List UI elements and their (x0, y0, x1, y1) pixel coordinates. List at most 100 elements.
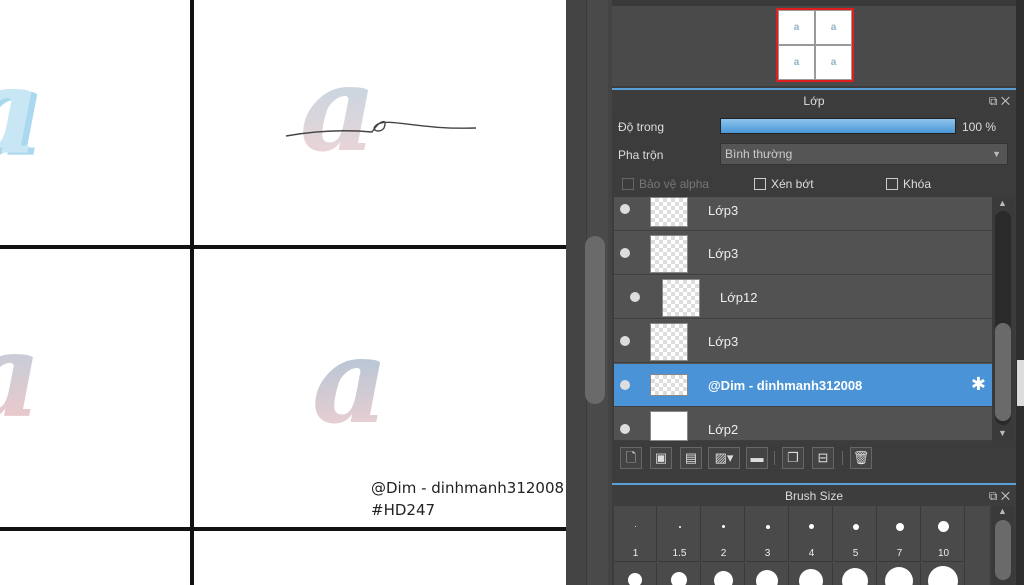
brush-size-option[interactable] (922, 563, 965, 585)
layer-list: Lớp3 Lớp3 Lớp12 Lớp3 @Dim - dinhmanh3120 (614, 197, 992, 441)
scroll-up-icon[interactable]: ▲ (998, 506, 1007, 516)
brush-size-dot (809, 524, 814, 529)
signature-guide-stroke (285, 121, 477, 137)
layer-row[interactable]: Lớp3 (614, 320, 992, 363)
brush-size-option[interactable] (790, 563, 833, 585)
new-folder-button[interactable]: ▬ (746, 447, 768, 469)
brush-size-dot (766, 525, 770, 529)
new-layer-button[interactable]: 🗋 (620, 447, 642, 469)
navigator-panel: a a a a (612, 0, 1016, 86)
brush-panel-title: Brush Size (784, 489, 844, 503)
opacity-slider[interactable] (720, 118, 956, 134)
watermark-line-2: #HD247 (371, 501, 436, 519)
clipping-checkbox[interactable]: Xén bớt (754, 176, 814, 192)
brush-size-option[interactable] (834, 563, 877, 585)
opacity-value: 100 % (962, 120, 997, 134)
brush-size-dot (671, 572, 687, 585)
brush-size-dot (928, 566, 958, 585)
brush-size-option[interactable] (746, 563, 789, 585)
new-1bit-layer-button[interactable]: ▤ (680, 447, 702, 469)
sparkle-decoration (350, 341, 428, 357)
layer-name: Lớp3 (708, 203, 739, 218)
brush-size-option[interactable]: 5 (834, 506, 877, 562)
brush-size-option[interactable] (702, 563, 745, 585)
letter-art-top-left: a (0, 52, 40, 172)
brush-size-option[interactable] (614, 563, 657, 585)
brush-size-option[interactable]: 4 (790, 506, 833, 562)
visibility-icon[interactable] (630, 292, 640, 302)
brush-size-option[interactable]: 2 (702, 506, 745, 562)
close-icon[interactable]: ✕ (1001, 94, 1010, 108)
protect-alpha-checkbox[interactable]: Bảo vệ alpha (622, 176, 709, 192)
brush-size-option[interactable]: 1 (614, 506, 657, 562)
brush-grid-scrollbar[interactable]: ▲ (992, 506, 1014, 585)
brush-size-dot (635, 526, 636, 527)
brush-size-dot (938, 521, 949, 532)
canvas-vertical-scrollbar[interactable] (566, 0, 612, 585)
brush-size-label: 4 (808, 548, 815, 559)
brush-size-dot (722, 525, 725, 528)
scroll-thumb[interactable] (995, 520, 1011, 580)
popout-icon[interactable]: ⧉ (989, 94, 998, 108)
layer-name: Lớp3 (708, 334, 739, 349)
drawing-canvas[interactable]: a a a a @Dim - dinhmanh312008 #HD247 (0, 0, 566, 585)
new-halftone-layer-button[interactable]: ▣ (650, 447, 672, 469)
right-edge-strip (1016, 0, 1024, 585)
navigator-preview[interactable]: a a a a (776, 8, 854, 82)
letter-art-top-right: a (300, 39, 377, 178)
close-icon[interactable]: ✕ (1001, 489, 1010, 503)
layer-row[interactable]: Lớp3 (614, 197, 992, 231)
visibility-icon[interactable] (620, 248, 630, 258)
add-layer-dropdown-button[interactable]: ▨▾ (708, 447, 740, 469)
layer-list-scrollbar[interactable]: ▲ ▼ (992, 197, 1014, 441)
app-window: a a a a @Dim - dinhmanh312008 #HD247 a a… (0, 0, 1024, 585)
brush-size-option[interactable]: 10 (922, 506, 965, 562)
visibility-icon[interactable] (620, 424, 630, 434)
brush-size-option[interactable]: 1.5 (658, 506, 701, 562)
brush-size-dot (756, 570, 778, 585)
layer-panel-title: Lớp (803, 94, 825, 108)
duplicate-layer-button[interactable]: ❐ (782, 447, 804, 469)
popout-icon[interactable]: ⧉ (989, 489, 998, 503)
brush-size-option[interactable]: 7 (878, 506, 921, 562)
delete-layer-button[interactable]: 🗑 (850, 447, 872, 469)
brush-size-label: 3 (764, 548, 771, 559)
brush-size-label: 1.5 (672, 548, 687, 559)
layer-thumbnail (650, 411, 688, 441)
panel-header-icons: ⧉ ✕ (989, 485, 1010, 507)
scroll-thumb[interactable] (585, 236, 605, 404)
visibility-icon[interactable] (620, 380, 630, 390)
panel-header-icons: ⧉ ✕ (989, 90, 1010, 112)
brush-size-dot (628, 573, 642, 585)
layer-row-selected[interactable]: @Dim - dinhmanh312008 ✱ (614, 364, 992, 407)
merge-down-button[interactable]: ⊟ (812, 447, 834, 469)
layer-panel-header: Lớp ⧉ ✕ (612, 88, 1016, 112)
checkbox-box (754, 178, 766, 190)
brush-size-option[interactable] (658, 563, 701, 585)
brush-size-option[interactable]: 3 (746, 506, 789, 562)
layer-thumbnail (650, 197, 688, 227)
layer-row[interactable]: Lớp2 (614, 408, 992, 441)
scroll-up-icon[interactable]: ▲ (998, 198, 1007, 208)
right-dock-panel: a a a a Lớp ⧉ ✕ Độ trong 100 % Pha trộn … (612, 0, 1016, 585)
layer-row[interactable]: Lớp3 (614, 232, 992, 275)
lock-checkbox[interactable]: Khóa (886, 176, 931, 192)
collapse-tab[interactable] (1017, 360, 1024, 406)
visibility-icon[interactable] (620, 336, 630, 346)
layer-row[interactable]: Lớp12 (614, 276, 992, 319)
checkbox-box (622, 178, 634, 190)
scroll-thumb[interactable] (995, 323, 1011, 421)
brush-size-option[interactable] (878, 563, 921, 585)
brush-size-dot (714, 571, 733, 585)
brush-size-dot (885, 567, 913, 585)
visibility-icon[interactable] (620, 204, 630, 214)
toolbar-separator (842, 451, 843, 465)
lock-label: Khóa (903, 177, 932, 191)
clipping-label: Xén bớt (771, 177, 814, 191)
scroll-down-icon[interactable]: ▼ (998, 428, 1007, 438)
nav-thumb-cell: a (815, 10, 852, 45)
gear-icon[interactable]: ✱ (971, 374, 986, 395)
brush-panel-header: Brush Size ⧉ ✕ (612, 483, 1016, 507)
blend-mode-select[interactable]: Bình thường ▼ (720, 143, 1008, 165)
brush-size-dot (853, 524, 859, 530)
